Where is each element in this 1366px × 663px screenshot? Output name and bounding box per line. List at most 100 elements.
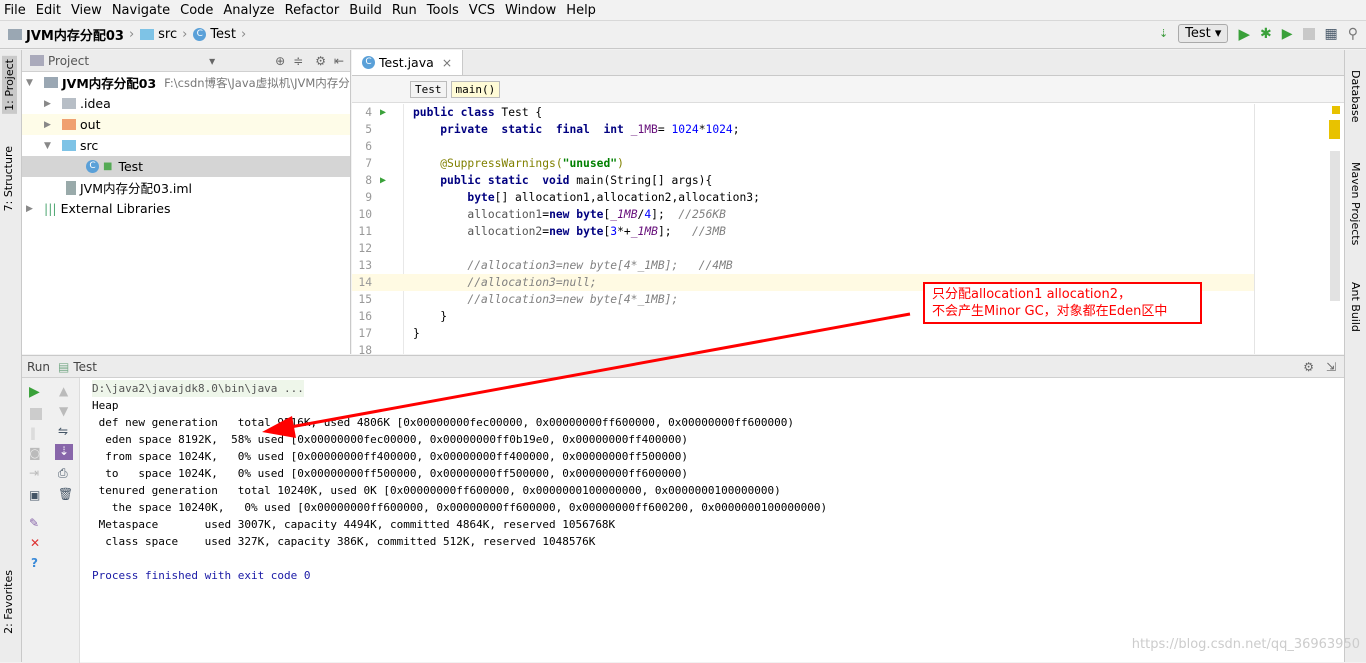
scrollbar[interactable] <box>1330 151 1340 301</box>
menu-build[interactable]: Build <box>349 3 382 18</box>
soft-wrap-icon[interactable]: ⇋ <box>58 424 79 438</box>
tab-test-java[interactable]: C Test.java × <box>352 50 464 75</box>
dump-icon[interactable]: ◙ <box>29 446 50 460</box>
line-number: 17 <box>358 327 372 340</box>
right-tool-strip: Database Maven Projects Ant Build <box>1344 50 1366 662</box>
code-line: 18 <box>352 342 1252 354</box>
locate-icon[interactable]: ⊕ <box>275 54 285 68</box>
close-icon[interactable]: ✕ <box>30 536 50 550</box>
run-side-toolbar: ▶ ‖ ◙ ⇥ ▣ ✎ ✕ ? <box>22 378 50 663</box>
tab-structure[interactable]: 7: Structure <box>2 146 15 211</box>
code-token: new byte <box>549 225 604 238</box>
tree-item-external-libraries[interactable]: ▶ ||| External Libraries <box>22 198 350 219</box>
pause-icon[interactable]: ‖ <box>30 426 50 440</box>
line-number: 15 <box>358 293 372 306</box>
code-token: _1MB <box>630 225 658 238</box>
menu-view[interactable]: View <box>71 3 102 18</box>
tree-item-test[interactable]: C ■ Test <box>22 156 350 177</box>
tree-item-out[interactable]: ▶ out <box>22 114 350 135</box>
menu-vcs[interactable]: VCS <box>469 3 495 18</box>
crumb-class[interactable]: Test <box>410 80 447 98</box>
build-icon[interactable]: ⇣ <box>1159 27 1168 40</box>
menu-navigate[interactable]: Navigate <box>112 3 170 18</box>
menu-help[interactable]: Help <box>566 3 596 18</box>
code-text: //allocation3=null; <box>413 274 596 291</box>
tree-item-idea[interactable]: ▶ .idea <box>22 93 350 114</box>
tab-favorites[interactable]: 2: Favorites <box>2 570 15 634</box>
stop-icon[interactable] <box>1302 27 1315 40</box>
exit-icon[interactable]: ⇥ <box>29 466 50 480</box>
layout-icon[interactable]: ▣ <box>29 488 50 502</box>
line-number: 18 <box>358 344 372 354</box>
lock-icon: ■ <box>103 161 113 172</box>
run-config-tab[interactable]: Test <box>73 360 97 374</box>
code-token: public class <box>413 106 502 119</box>
console-output[interactable]: D:\java2\javajdk8.0\bin\java ... Heap def… <box>92 380 827 584</box>
editor-breadcrumb: Test main() <box>352 76 1344 103</box>
menu-code[interactable]: Code <box>180 3 213 18</box>
project-view-icon <box>30 55 44 66</box>
code-token: 1024 <box>671 123 699 136</box>
breadcrumb-project[interactable]: JVM内存分配03 › <box>8 25 134 44</box>
stop-icon[interactable] <box>30 408 42 420</box>
up-icon[interactable]: ▲ <box>59 384 79 398</box>
menu-refactor[interactable]: Refactor <box>285 3 340 18</box>
code-text: //allocation3=new byte[4*_1MB]; //4MB <box>413 257 732 274</box>
code-token: ]; <box>651 208 679 221</box>
menu-window[interactable]: Window <box>505 3 556 18</box>
console-line: class space used 327K, capacity 386K, co… <box>92 535 596 548</box>
project-panel-header: Project ▾ ⊕ ≑ ⚙ ⇤ <box>22 50 350 72</box>
run-config-select[interactable]: Test ▾ <box>1178 24 1229 43</box>
scroll-to-end-icon[interactable]: ⇣ <box>55 444 73 460</box>
project-panel: Project ▾ ⊕ ≑ ⚙ ⇤ ▼ JVM内存分配03 F:\csdn博客\Ja… <box>22 50 351 354</box>
tree-item-root[interactable]: ▼ JVM内存分配03 F:\csdn博客\Java虚拟机\JVM内存分 <box>22 72 350 93</box>
run-toolbar: ⇣ Test ▾ ▶ ✱ ▶ ▦ ⚲ <box>1159 24 1358 43</box>
crumb-method[interactable]: main() <box>450 80 501 98</box>
line-number: 12 <box>358 242 372 255</box>
dropdown-icon[interactable]: ▾ <box>209 54 215 68</box>
breadcrumb-src[interactable]: src › <box>140 27 187 42</box>
console-line: from space 1024K, 0% used [0x00000000ff4… <box>92 450 689 463</box>
line-number: 5 <box>365 123 372 136</box>
pin-icon[interactable]: ✎ <box>29 516 50 530</box>
hide-icon[interactable]: ⇲ <box>1326 360 1336 374</box>
tab-project[interactable]: 1: Project <box>2 56 17 114</box>
rerun-icon[interactable]: ▶ <box>29 384 50 400</box>
collapse-icon[interactable]: ≑ <box>293 54 303 68</box>
run-gutter-icon[interactable]: ▶ <box>380 172 386 189</box>
console-line: Metaspace used 3007K, capacity 4494K, co… <box>92 518 616 531</box>
run-icon[interactable]: ▶ <box>1238 25 1250 43</box>
menu-edit[interactable]: Edit <box>36 3 61 18</box>
coverage-icon[interactable]: ▶ <box>1282 26 1293 42</box>
menu-file[interactable]: File <box>4 3 26 18</box>
code-token: allocation2 <box>467 225 543 238</box>
debug-icon[interactable]: ✱ <box>1260 26 1272 42</box>
run-gutter-icon[interactable]: ▶ <box>380 104 386 121</box>
trash-icon[interactable]: 🗑 <box>58 487 79 501</box>
tab-database[interactable]: Database <box>1349 70 1362 123</box>
code-token: [] allocation1,allocation2,allocation3; <box>494 191 760 204</box>
breadcrumb-test[interactable]: C Test › <box>193 27 246 42</box>
tree-item-src[interactable]: ▼ src <box>22 135 350 156</box>
gear-icon[interactable]: ⚙ <box>1303 360 1314 374</box>
console-line: eden space 8192K, 58% used [0x00000000fe… <box>92 433 689 446</box>
close-icon[interactable]: × <box>442 55 452 70</box>
tab-ant-build[interactable]: Ant Build <box>1349 282 1362 332</box>
down-icon[interactable]: ▼ <box>59 404 79 418</box>
code-text: allocation1=new byte[_1MB/4]; //256KB <box>413 206 726 223</box>
tab-maven-projects[interactable]: Maven Projects <box>1349 162 1362 245</box>
project-structure-icon[interactable]: ▦ <box>1325 26 1338 42</box>
menu-run[interactable]: Run <box>392 3 417 18</box>
tree-item-iml[interactable]: JVM内存分配03.iml <box>22 177 350 198</box>
menu-analyze[interactable]: Analyze <box>223 3 274 18</box>
menu-tools[interactable]: Tools <box>427 3 459 18</box>
help-icon[interactable]: ? <box>31 556 50 570</box>
panel-title[interactable]: Project <box>48 54 89 68</box>
hide-icon[interactable]: ⇤ <box>334 54 344 68</box>
print-icon[interactable]: ⎙ <box>58 466 79 481</box>
annotation-box: 只分配allocation1 allocation2， 不会产生Minor GC… <box>923 282 1202 324</box>
search-icon[interactable]: ⚲ <box>1348 26 1358 42</box>
gear-icon[interactable]: ⚙ <box>315 54 326 68</box>
